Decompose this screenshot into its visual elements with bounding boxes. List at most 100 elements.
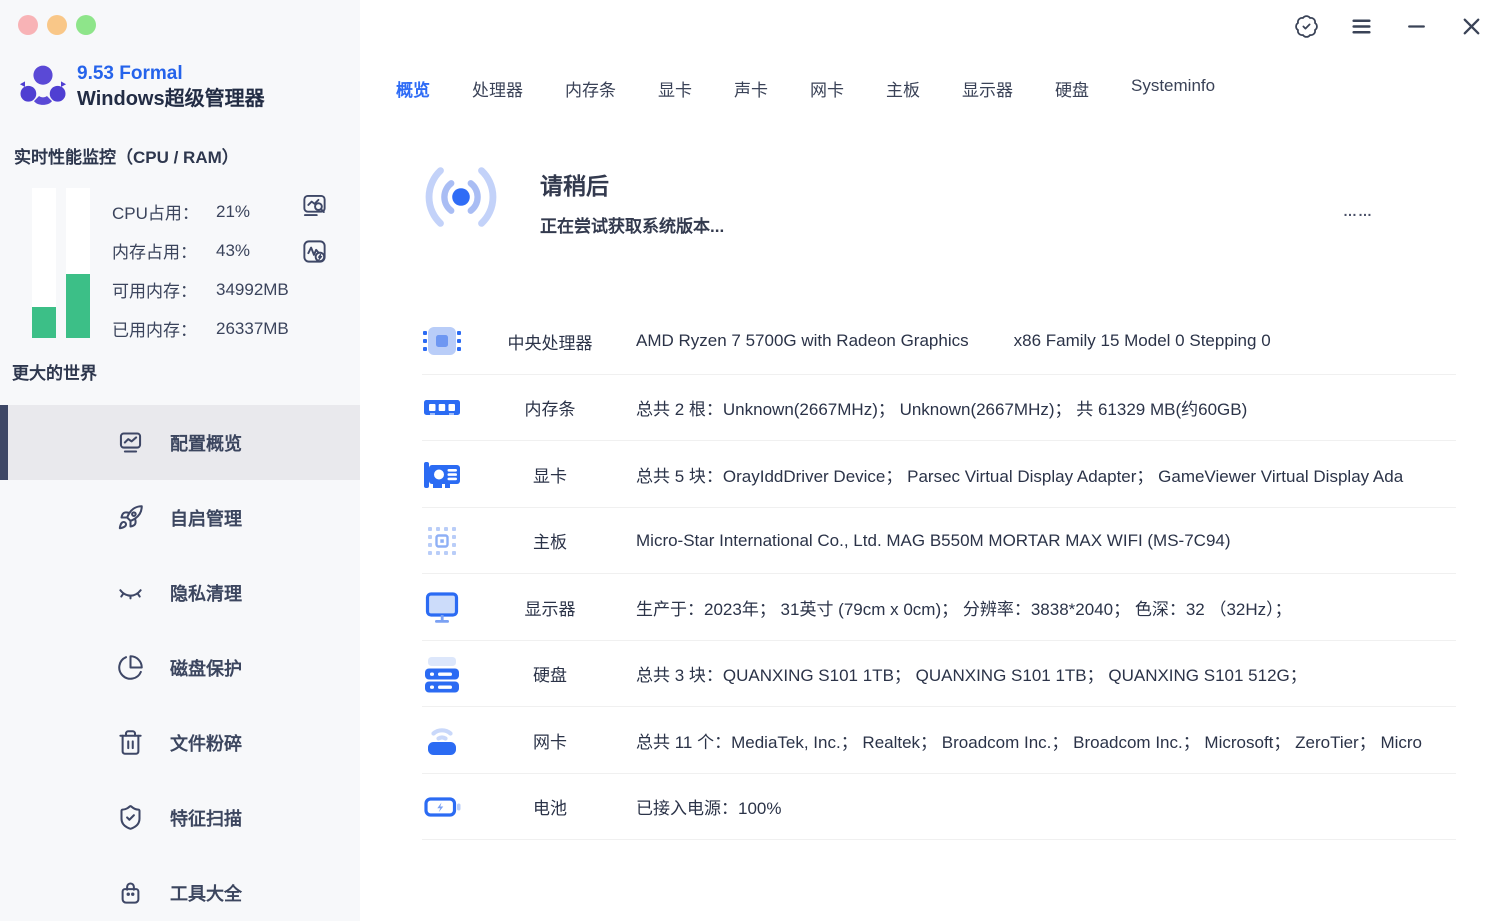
app-version: 9.53 Formal	[77, 63, 183, 84]
cpu-usage-bar	[32, 188, 56, 338]
sidebar-item-label: 配置概览	[170, 433, 242, 454]
sidebar-item-label: 文件粉碎	[170, 733, 242, 754]
pie-chart-icon	[117, 654, 144, 681]
gpu-icon	[420, 452, 464, 496]
loading-subtitle: 正在尝试获取系统版本...	[540, 217, 725, 236]
stat-used-mem-value: 26337MB	[216, 318, 289, 338]
minimize-dot-icon[interactable]	[47, 15, 67, 35]
sidebar-item-label: 工具大全	[170, 883, 242, 904]
battery-icon	[420, 785, 464, 829]
row-value: 生产于：2023年； 31英寸 (79cm x 0cm)； 分辨率：3838*2…	[636, 599, 1292, 619]
tab-sound[interactable]: 声卡	[734, 76, 768, 101]
sidebar: 9.53 Formal Windows超级管理器 实时性能监控（CPU / RA…	[0, 0, 360, 921]
row-label: 显卡	[533, 466, 567, 486]
performance-monitor-title: 实时性能监控（CPU / RAM）	[14, 148, 239, 167]
window-controls	[1293, 13, 1485, 40]
info-row-motherboard[interactable]: 主板 Micro-Star International Co., Ltd. MA…	[420, 508, 1498, 575]
sidebar-menu: 配置概览 自启管理 隐私清理 磁盘保护 文件粉碎 特征扫描 工具大全	[0, 405, 360, 921]
row-label: 电池	[533, 799, 567, 819]
tab-systeminfo[interactable]: Systeminfo	[1131, 76, 1215, 101]
row-label: 中央处理器	[507, 333, 593, 353]
sidebar-item-toolbox[interactable]: 工具大全	[0, 855, 360, 921]
sidebar-item-privacy-clean[interactable]: 隐私清理	[0, 555, 360, 630]
network-icon	[420, 718, 464, 762]
tab-overview[interactable]: 概览	[396, 76, 430, 101]
row-value: 已接入电源：100%	[636, 799, 782, 819]
app-logo-icon	[19, 65, 67, 105]
tab-display[interactable]: 显示器	[962, 76, 1013, 101]
close-dot-icon[interactable]	[18, 15, 38, 35]
sidebar-item-disk-protect[interactable]: 磁盘保护	[0, 630, 360, 705]
power-graph-icon[interactable]	[301, 238, 328, 265]
ram-usage-bar	[66, 188, 90, 338]
row-label: 显示器	[524, 599, 576, 619]
stat-ram-label: 内存占用：	[112, 243, 197, 262]
app-name: Windows超级管理器	[77, 88, 265, 110]
info-row-ram[interactable]: 内存条 总共 2 根：Unknown(2667MHz)； Unknown(266…	[420, 375, 1498, 442]
performance-detail-icon[interactable]	[301, 192, 328, 219]
row-value: Micro-Star International Co., Ltd. MAG B…	[636, 530, 1231, 550]
ram-bar-fill	[66, 273, 90, 338]
row-label: 主板	[533, 533, 567, 553]
loading-ellipsis: ……	[1343, 203, 1373, 219]
info-row-cpu[interactable]: 中央处理器 AMD Ryzen 7 5700G with Radeon Grap…	[420, 308, 1498, 375]
stat-ram: 内存占用： 43%	[112, 231, 289, 270]
shield-check-icon	[117, 804, 144, 831]
info-row-gpu[interactable]: 显卡 总共 5 块：OrayIddDriver Device； Parsec V…	[420, 441, 1498, 508]
cpu-icon	[420, 319, 464, 363]
stat-ram-value: 43%	[216, 240, 251, 260]
stat-used-mem: 已用内存： 26337MB	[112, 309, 289, 348]
stat-used-mem-label: 已用内存：	[112, 321, 197, 340]
tab-disk[interactable]: 硬盘	[1055, 76, 1089, 101]
eye-closed-icon	[117, 579, 144, 606]
minimize-icon[interactable]	[1403, 13, 1430, 40]
category-tabs: 概览 处理器 内存条 显卡 声卡 网卡 主板 显示器 硬盘 Systeminfo	[396, 76, 1215, 101]
tab-memory[interactable]: 内存条	[565, 76, 616, 101]
sidebar-item-label: 自启管理	[170, 508, 242, 529]
trash-icon	[117, 729, 144, 756]
sidebar-item-label: 隐私清理	[170, 583, 242, 604]
tab-network[interactable]: 网卡	[810, 76, 844, 101]
row-value: 总共 2 根：Unknown(2667MHz)； Unknown(2667MHz…	[636, 400, 1248, 420]
sidebar-item-config-overview[interactable]: 配置概览	[0, 405, 360, 480]
radar-signal-icon	[425, 167, 497, 227]
badge-check-icon[interactable]	[1293, 13, 1320, 40]
stat-cpu-value: 21%	[216, 201, 251, 221]
row-label: 内存条	[524, 400, 576, 420]
stat-cpu: CPU占用： 21%	[112, 192, 289, 231]
chart-monitor-icon	[117, 429, 144, 456]
monitor-icon	[420, 585, 464, 629]
stat-cpu-label: CPU占用：	[112, 204, 199, 223]
row-value: 总共 11 个：MediaTek, Inc.； Realtek； Broadco…	[636, 732, 1422, 752]
sidebar-item-autostart[interactable]: 自启管理	[0, 480, 360, 555]
usage-bars	[32, 188, 90, 338]
section-title: 更大的世界	[12, 364, 97, 383]
rocket-icon	[117, 504, 144, 531]
info-row-disk[interactable]: 硬盘 总共 3 块：QUANXING S101 1TB； QUANXING S1…	[420, 641, 1498, 708]
disk-icon	[420, 652, 464, 696]
tab-cpu[interactable]: 处理器	[472, 76, 523, 101]
stat-free-mem-label: 可用内存：	[112, 282, 197, 301]
sidebar-item-file-shred[interactable]: 文件粉碎	[0, 705, 360, 780]
sidebar-item-label: 特征扫描	[170, 808, 242, 829]
cpu-bar-fill	[32, 306, 56, 338]
info-row-battery[interactable]: 电池 已接入电源：100%	[420, 774, 1498, 841]
motherboard-icon	[420, 519, 464, 563]
info-row-display[interactable]: 显示器 生产于：2023年； 31英寸 (79cm x 0cm)； 分辨率：38…	[420, 574, 1498, 641]
maximize-dot-icon[interactable]	[76, 15, 96, 35]
app-logo-row: 9.53 Formal Windows超级管理器	[16, 60, 265, 114]
info-row-network[interactable]: 网卡 总共 11 个：MediaTek, Inc.； Realtek； Broa…	[420, 707, 1498, 774]
stat-free-mem-value: 34992MB	[216, 279, 289, 299]
tab-gpu[interactable]: 显卡	[658, 76, 692, 101]
close-icon[interactable]	[1458, 13, 1485, 40]
loading-title: 请稍后	[540, 173, 609, 199]
hardware-info-list: 中央处理器 AMD Ryzen 7 5700G with Radeon Grap…	[420, 308, 1498, 840]
bag-icon	[117, 879, 144, 906]
menu-icon[interactable]	[1348, 13, 1375, 40]
main-content: 概览 处理器 内存条 显卡 声卡 网卡 主板 显示器 硬盘 Systeminfo…	[360, 0, 1498, 921]
tab-mainboard[interactable]: 主板	[886, 76, 920, 101]
row-value: 总共 5 块：OrayIddDriver Device； Parsec Virt…	[636, 466, 1404, 486]
usage-stats: CPU占用： 21% 内存占用： 43% 可用内存： 34992MB 已用内存：…	[112, 192, 289, 348]
sidebar-item-feature-scan[interactable]: 特征扫描	[0, 780, 360, 855]
row-label: 硬盘	[533, 666, 567, 686]
